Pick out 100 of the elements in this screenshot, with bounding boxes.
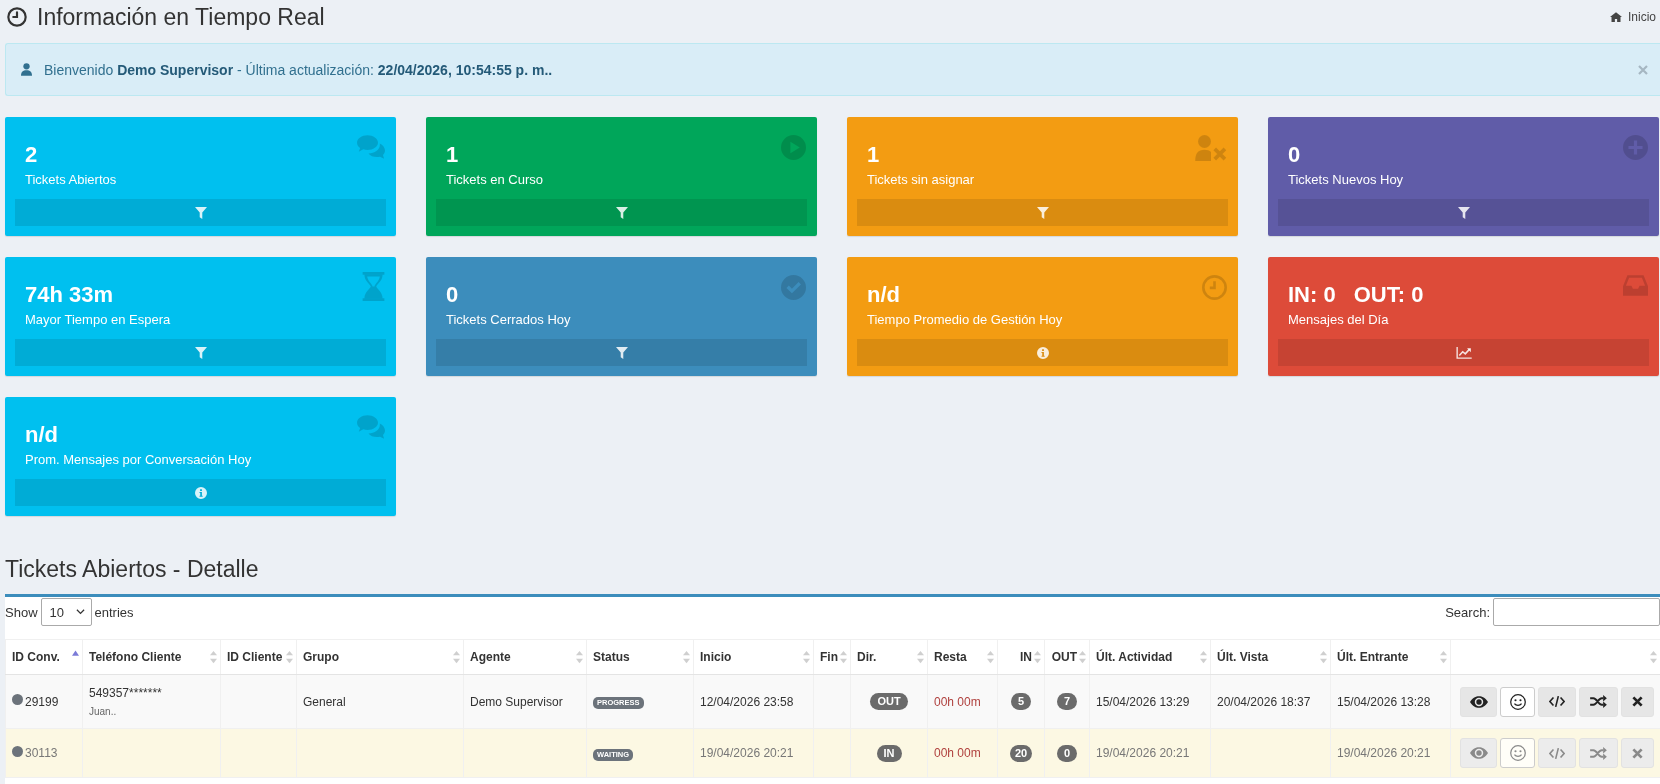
column-header[interactable]: Agente [463, 639, 587, 675]
stat-label: Mensajes del Día [1288, 311, 1390, 329]
eye-icon [1469, 695, 1488, 708]
stat-label: Prom. Mensajes por Conversación Hoy [25, 451, 252, 469]
entries-label: entries [94, 604, 134, 620]
count-badge: 0 [1057, 744, 1077, 762]
column-header[interactable]: Fin [813, 639, 851, 675]
direction-badge: IN [876, 744, 902, 762]
stat-value: n/d [25, 421, 58, 449]
status-dot-icon [12, 694, 23, 705]
stat-value: 2 [25, 141, 38, 169]
column-header[interactable]: ID Conv. [5, 639, 83, 675]
inbox-tray-icon [1623, 275, 1648, 296]
stat-label: Tickets Abiertos [25, 171, 117, 189]
clock-icon [7, 7, 27, 27]
show-label: Show [5, 604, 38, 620]
table-cell: 00h 00m [927, 728, 998, 778]
code-button[interactable] [1537, 686, 1577, 717]
stat-value: n/d [867, 281, 900, 309]
column-header[interactable]: Resta [927, 639, 998, 675]
column-header[interactable]: Status [586, 639, 694, 675]
table-cell: 19/04/2026 20:21 [1330, 728, 1451, 778]
search-field[interactable] [1493, 598, 1660, 626]
column-header[interactable]: Dir. [850, 639, 928, 675]
line-chart-icon [1455, 346, 1472, 359]
stat-value: 1 [867, 141, 880, 169]
clock-icon [1202, 275, 1227, 300]
table-cell: 20/04/2026 18:37 [1210, 674, 1331, 729]
column-header[interactable]: IN [997, 639, 1045, 675]
count-badge: 20 [1009, 744, 1033, 762]
count-badge: 7 [1057, 693, 1077, 710]
stat-label: Tickets sin asignar [867, 171, 975, 189]
user-icon [21, 63, 32, 76]
close-icon [1631, 696, 1643, 707]
direction-badge: OUT [870, 693, 908, 710]
close-button[interactable] [1636, 62, 1650, 77]
column-header[interactable]: ID Cliente [220, 639, 297, 675]
table-cell: 15/04/2026 13:29 [1089, 674, 1211, 729]
info-icon [1036, 346, 1049, 359]
filter-icon [194, 206, 207, 219]
column-header[interactable]: Teléfono Cliente [82, 639, 221, 675]
stat-value: 1 [446, 141, 459, 169]
stat-label: Tickets Nuevos Hoy [1288, 171, 1404, 189]
column-header[interactable]: Grupo [296, 639, 464, 675]
stat-label: Tickets en Curso [446, 171, 544, 189]
column-header[interactable]: Últ. Vista [1210, 639, 1331, 675]
stat-value: OUT: 0 [1353, 281, 1424, 309]
table-cell: 19/04/2026 20:21 [1089, 728, 1211, 778]
info-icon [194, 486, 207, 499]
column-header[interactable]: Últ. Actividad [1089, 639, 1211, 675]
table-cell: 00h 00m [927, 674, 998, 729]
caret-icon [75, 609, 85, 615]
client-name: Juan.. [89, 705, 118, 719]
stat-label: Tickets Cerrados Hoy [446, 311, 571, 329]
table-cell: 15/04/2026 13:28 [1330, 674, 1451, 729]
section-title: Tickets Abiertos - Detalle [5, 555, 260, 584]
column-header[interactable]: Inicio [693, 639, 814, 675]
stat-value: 74h 33m [25, 281, 114, 309]
table-cell: 19/04/2026 20:21 [693, 728, 814, 778]
shuffle-icon [1589, 746, 1607, 760]
shuffle-icon [1589, 695, 1607, 708]
ticket-id: 29199 [25, 694, 59, 709]
table-cell: General [296, 674, 464, 729]
stat-value: IN: 0 [1288, 281, 1336, 309]
speech-bubbles-icon [357, 135, 385, 159]
page-size-select[interactable]: 10 [40, 598, 92, 626]
emoji-button[interactable] [1500, 686, 1535, 717]
table-cell: 12/04/2026 23:58 [693, 674, 814, 729]
page-title: Información en Tiempo Real [37, 3, 325, 32]
column-header[interactable]: OUT [1044, 639, 1090, 675]
view-button[interactable] [1460, 686, 1498, 717]
user-remove-icon [1195, 135, 1227, 161]
filter-icon [194, 346, 207, 359]
smiley-icon [1509, 693, 1526, 710]
filter-icon [615, 346, 628, 359]
column-header[interactable] [1450, 639, 1660, 675]
breadcrumb-link[interactable]: Inicio [1610, 10, 1656, 24]
close-icon [1631, 747, 1643, 759]
filter-icon [1457, 206, 1470, 219]
column-header[interactable]: Últ. Entrante [1330, 639, 1451, 675]
code-icon [1549, 695, 1565, 708]
delete-button[interactable] [1620, 686, 1654, 717]
smiley-icon [1509, 745, 1526, 761]
speech-bubbles-icon [357, 415, 385, 439]
stat-value: 0 [1288, 141, 1301, 169]
stat-label: Mayor Tiempo en Espera [25, 311, 171, 329]
eye-icon [1469, 747, 1488, 759]
filter-icon [615, 206, 628, 219]
stat-label: Tiempo Promedio de Gestión Hoy [867, 311, 1063, 329]
close-icon [1638, 64, 1648, 75]
home-icon [1610, 12, 1622, 22]
table-cell: Demo Supervisor [463, 674, 587, 729]
welcome-message: Bienvenido Demo Supervisor - Última actualización: 22/04/2026, 10:54:55 p. m.. [44, 61, 554, 78]
ticket-id: 30113 [25, 746, 58, 760]
status-dot-icon [12, 745, 23, 757]
stat-value: 0 [446, 281, 459, 309]
shuffle-button[interactable] [1579, 686, 1618, 717]
count-badge: 5 [1011, 693, 1031, 710]
filter-icon [1036, 206, 1049, 219]
phone-number: 549357******* [89, 685, 163, 702]
